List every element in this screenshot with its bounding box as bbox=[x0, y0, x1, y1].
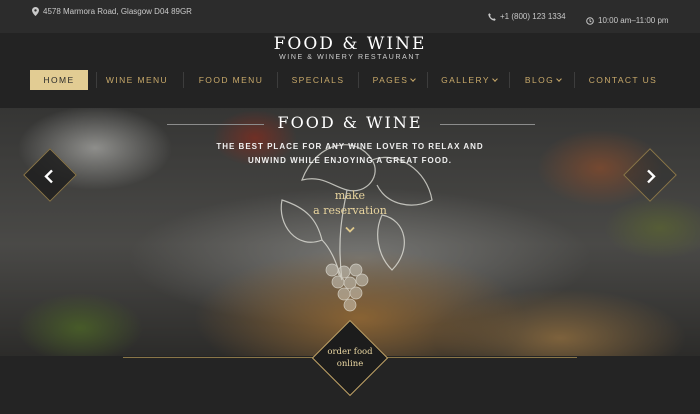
location-pin-icon bbox=[32, 7, 39, 16]
hero-tagline-line: THE BEST PLACE FOR ANY WINE LOVER TO REL… bbox=[216, 142, 484, 151]
clock-icon bbox=[586, 16, 594, 25]
nav-item-blog[interactable]: BLOG bbox=[520, 70, 566, 90]
hero-tagline-line: UNWIND WHILE ENJOYING A GREAT FOOD. bbox=[247, 156, 453, 165]
nav-item-pages[interactable]: PAGES bbox=[368, 70, 420, 90]
hero-slider: FOOD & WINE THE BEST PLACE FOR ANY WINE … bbox=[0, 108, 700, 356]
site-logo-subtitle: WINE & WINERY RESTAURANT bbox=[279, 54, 421, 61]
hero-tagline: THE BEST PLACE FOR ANY WINE LOVER TO REL… bbox=[0, 140, 700, 168]
nav-item-label: BLOG bbox=[524, 75, 555, 85]
top-info-bar: 4578 Marmora Road, Glasgow D04 89GR +1 (… bbox=[0, 0, 700, 33]
nav-divider bbox=[358, 72, 359, 88]
nav-divider bbox=[277, 72, 278, 88]
address-text: 4578 Marmora Road, Glasgow D04 89GR bbox=[43, 7, 192, 16]
chevron-down-icon[interactable] bbox=[345, 226, 355, 234]
opening-hours: 10:00 am–11:00 pm bbox=[586, 16, 669, 25]
nav-item-label: SPECIALS bbox=[291, 75, 345, 85]
chevron-right-icon bbox=[647, 169, 656, 184]
chevron-down-icon bbox=[492, 75, 498, 82]
chevron-left-icon bbox=[44, 169, 53, 184]
main-nav: HOME WINE MENU FOOD MENU SPECIALS PAGES … bbox=[0, 70, 700, 90]
chevron-down-icon bbox=[410, 75, 417, 82]
nav-item-food-menu[interactable]: FOOD MENU bbox=[192, 70, 270, 90]
nav-item-label: CONTACT US bbox=[588, 75, 658, 85]
address: 4578 Marmora Road, Glasgow D04 89GR bbox=[32, 7, 192, 16]
phone-icon bbox=[488, 12, 496, 21]
nav-item-specials[interactable]: SPECIALS bbox=[286, 70, 350, 90]
site-header: FOOD & WINE WINE & WINERY RESTAURANT HOM… bbox=[0, 33, 700, 108]
phone-text[interactable]: +1 (800) 123 1334 bbox=[500, 12, 566, 21]
order-line: order food bbox=[327, 347, 373, 357]
make-reservation-link[interactable]: make a reservation bbox=[300, 188, 400, 218]
nav-divider bbox=[574, 72, 575, 88]
nav-item-label: WINE MENU bbox=[105, 75, 169, 85]
site-logo-title[interactable]: FOOD & WINE bbox=[0, 34, 700, 54]
order-online-label[interactable]: order food online bbox=[310, 346, 390, 370]
phone[interactable]: +1 (800) 123 1334 bbox=[488, 12, 566, 21]
nav-item-gallery[interactable]: GALLERY bbox=[437, 70, 501, 90]
nav-item-home[interactable]: HOME bbox=[30, 70, 88, 90]
nav-item-label: PAGES bbox=[372, 75, 409, 85]
nav-item-contact-us[interactable]: CONTACT US bbox=[584, 70, 662, 90]
nav-item-wine-menu[interactable]: WINE MENU bbox=[98, 70, 176, 90]
nav-divider bbox=[509, 72, 510, 88]
chevron-down-icon bbox=[556, 75, 562, 82]
nav-divider bbox=[427, 72, 428, 88]
hours-text: 10:00 am–11:00 pm bbox=[598, 16, 669, 25]
reservation-line: make bbox=[334, 189, 366, 202]
reservation-line: a reservation bbox=[313, 204, 387, 217]
nav-divider bbox=[96, 72, 97, 88]
order-line: online bbox=[336, 359, 364, 369]
hero-title: FOOD & WINE bbox=[277, 113, 423, 132]
nav-item-label: FOOD MENU bbox=[198, 75, 264, 85]
nav-item-label: GALLERY bbox=[441, 75, 490, 85]
nav-item-label: HOME bbox=[43, 75, 75, 85]
nav-divider bbox=[183, 72, 184, 88]
